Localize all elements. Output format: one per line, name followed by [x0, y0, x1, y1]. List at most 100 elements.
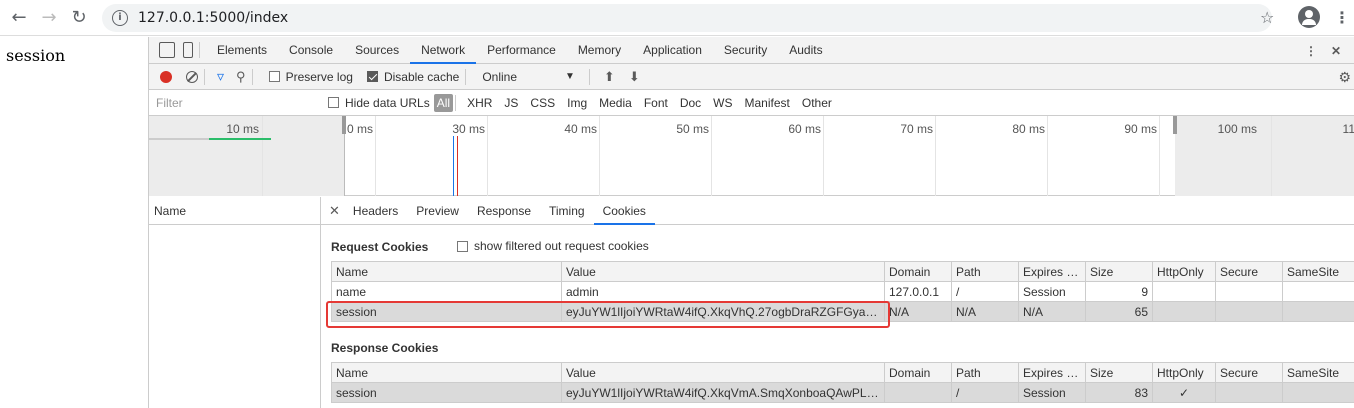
checkbox-box[interactable] — [366, 71, 378, 82]
column-header[interactable]: Domain — [884, 362, 952, 383]
timeline-handle-right[interactable] — [1173, 116, 1177, 134]
type-filter-js[interactable]: JS — [501, 94, 521, 112]
tab-network[interactable]: Network — [410, 37, 477, 64]
tab-security[interactable]: Security — [713, 37, 778, 64]
column-header[interactable]: SameSite — [1282, 362, 1354, 383]
tab-audits[interactable]: Audits — [778, 37, 833, 64]
checkbox-box[interactable] — [457, 240, 468, 252]
gridline — [935, 116, 936, 196]
address-bar[interactable]: i 127.0.0.1:5000/index — [102, 3, 1272, 32]
account-icon[interactable] — [1298, 6, 1320, 28]
info-icon[interactable]: i — [112, 9, 128, 26]
bookmark-star-icon[interactable]: ☆ — [1260, 8, 1274, 27]
response-cookies-table: Name Value Domain Path Expires / ... Siz… — [331, 362, 1354, 403]
type-filter-manifest[interactable]: Manifest — [742, 94, 793, 112]
back-arrow-icon[interactable]: ← — [4, 3, 34, 33]
type-filter-css[interactable]: CSS — [527, 94, 558, 112]
cookie-domain: N/A — [884, 301, 952, 322]
column-header[interactable]: Value — [561, 362, 885, 383]
column-header[interactable]: Secure — [1215, 261, 1283, 282]
tab-sources[interactable]: Sources — [344, 37, 410, 64]
checkbox-box[interactable] — [328, 97, 339, 108]
tick-label: 40 ms — [564, 122, 597, 136]
export-har-icon[interactable]: ⬇ — [629, 69, 640, 85]
show-filtered-checkbox[interactable]: show filtered out request cookies — [457, 239, 649, 253]
tab-elements[interactable]: Elements — [206, 37, 278, 64]
cookie-domain: 127.0.0.1 — [884, 281, 952, 302]
type-filter-media[interactable]: Media — [596, 94, 635, 112]
clear-icon[interactable] — [186, 70, 198, 83]
tab-timing[interactable]: Timing — [540, 197, 594, 225]
tick-label: 100 ms — [1217, 122, 1257, 136]
column-header[interactable]: Secure — [1215, 362, 1283, 383]
hide-data-urls-checkbox[interactable]: Hide data URLs — [328, 96, 430, 110]
network-overview-timeline[interactable]: 10 ms 0 ms 30 ms 40 ms 50 ms 60 ms 70 ms… — [149, 116, 1354, 196]
cookie-path: / — [951, 382, 1019, 403]
disable-cache-checkbox[interactable]: Disable cache — [366, 70, 459, 84]
preserve-log-checkbox[interactable]: Preserve log — [268, 69, 353, 84]
requests-name-column-header[interactable]: Name — [149, 197, 321, 225]
cookie-secure — [1215, 281, 1283, 302]
type-filter-font[interactable]: Font — [641, 94, 671, 112]
tab-headers[interactable]: Headers — [344, 197, 407, 225]
checkbox-box[interactable] — [268, 71, 280, 82]
cookie-httponly — [1152, 281, 1216, 302]
type-filter-img[interactable]: Img — [564, 94, 590, 112]
request-cookies-title: Request Cookies — [331, 240, 429, 254]
browser-toolbar: ← → ↻ i 127.0.0.1:5000/index ☆ ⋮ — [0, 0, 1354, 36]
forward-arrow-icon[interactable]: → — [34, 3, 64, 33]
divider — [455, 94, 457, 111]
column-header[interactable]: Name — [331, 362, 562, 383]
cookie-secure — [1215, 301, 1283, 322]
column-header[interactable]: Name — [331, 261, 562, 282]
type-filter-ws[interactable]: WS — [710, 94, 735, 112]
column-header[interactable]: Expires / ... — [1018, 362, 1086, 383]
cookie-value: eyJuYW1lIjoiYWRtaW4ifQ.XkqVmA.SmqXonboaQ… — [561, 382, 885, 403]
import-har-icon[interactable]: ⬆ — [604, 69, 615, 85]
close-devtools-icon[interactable]: ✕ — [1331, 44, 1341, 58]
inspect-element-icon[interactable] — [159, 42, 175, 58]
column-header[interactable]: Size — [1085, 261, 1153, 282]
type-filter-doc[interactable]: Doc — [677, 94, 704, 112]
tab-memory[interactable]: Memory — [567, 37, 632, 64]
column-header[interactable]: Domain — [884, 261, 952, 282]
detail-tabbar: ✕ Headers Preview Response Timing Cookie… — [321, 197, 1354, 225]
column-header[interactable]: SameSite — [1282, 261, 1354, 282]
type-filter-xhr[interactable]: XHR — [464, 94, 495, 112]
settings-gear-icon[interactable]: ⚙ — [1338, 69, 1351, 86]
tab-cookies[interactable]: Cookies — [593, 197, 655, 225]
tab-response[interactable]: Response — [468, 197, 540, 225]
column-header[interactable]: HttpOnly — [1152, 362, 1216, 383]
tab-preview[interactable]: Preview — [407, 197, 468, 225]
menu-kebab-icon[interactable]: ⋮ — [1334, 8, 1350, 27]
tab-performance[interactable]: Performance — [476, 37, 567, 64]
filter-funnel-icon[interactable]: ▿ — [217, 68, 224, 85]
requests-list[interactable] — [149, 225, 321, 408]
divider — [204, 68, 205, 85]
type-filter-all[interactable]: All — [433, 93, 454, 112]
record-icon[interactable] — [160, 70, 172, 83]
preserve-log-label: Preserve log — [285, 69, 353, 84]
filter-input[interactable]: Filter — [153, 92, 317, 113]
close-detail-icon[interactable]: ✕ — [329, 203, 340, 219]
devtools-menu-icon[interactable]: ⋮ — [1305, 44, 1317, 58]
table-row[interactable]: name admin 127.0.0.1 / Session 9 — [331, 281, 1354, 302]
throttle-select[interactable]: Online ▼ — [482, 70, 575, 84]
device-toolbar-icon[interactable] — [183, 42, 193, 58]
table-header-row: Name Value Domain Path Expires / ... Siz… — [331, 261, 1354, 282]
tab-application[interactable]: Application — [632, 37, 713, 64]
type-filter-other[interactable]: Other — [799, 94, 835, 112]
table-row[interactable]: session eyJuYW1lIjoiYWRtaW4ifQ.XkqVmA.Sm… — [331, 382, 1354, 403]
column-header[interactable]: Path — [951, 261, 1019, 282]
tick-label: 0 ms — [346, 122, 373, 136]
search-icon[interactable]: ⚲ — [236, 69, 246, 85]
column-header[interactable]: Size — [1085, 362, 1153, 383]
tab-console[interactable]: Console — [278, 37, 344, 64]
gridline — [1159, 116, 1160, 196]
column-header[interactable]: HttpOnly — [1152, 261, 1216, 282]
column-header[interactable]: Value — [561, 261, 885, 282]
column-header[interactable]: Path — [951, 362, 1019, 383]
column-header[interactable]: Expires / ... — [1018, 261, 1086, 282]
reload-icon[interactable]: ↻ — [64, 3, 94, 33]
gridline — [1271, 116, 1272, 196]
